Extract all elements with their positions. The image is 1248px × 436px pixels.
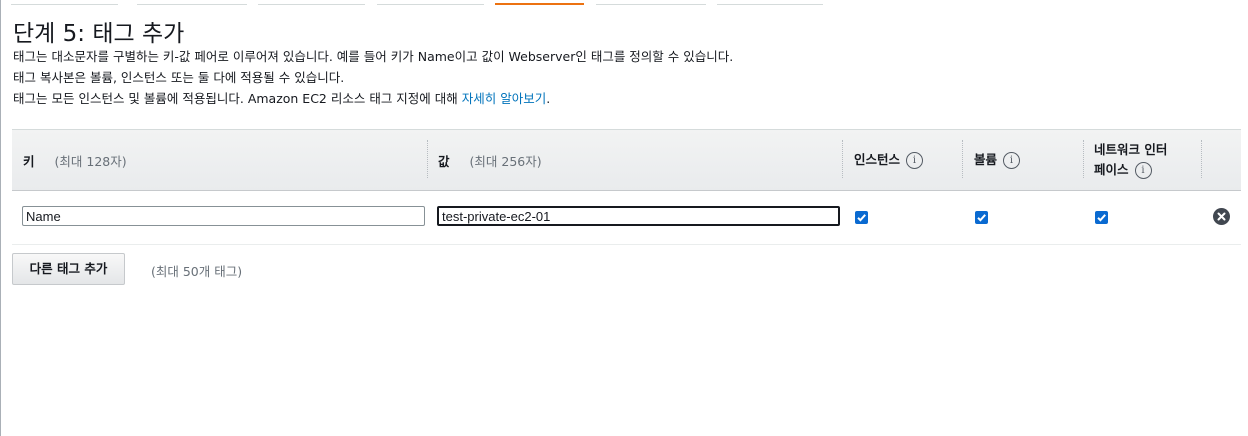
max-tags-note: (최대 50개 태그) — [151, 264, 243, 279]
checkmark-icon — [857, 214, 866, 222]
instances-column-header: 인스턴스 i — [854, 149, 924, 169]
network-header-line-1: 네트워크 인터 — [1094, 142, 1168, 157]
wizard-step-6[interactable] — [596, 0, 706, 5]
description-line-3-end: . — [546, 91, 551, 106]
key-header-hint: (최대 128자) — [54, 154, 127, 169]
wizard-step-2[interactable] — [137, 0, 247, 5]
network-interfaces-checkbox[interactable] — [1095, 211, 1108, 224]
table-row — [12, 190, 1241, 245]
page-title: 단계 5: 태그 추가 — [13, 21, 185, 47]
value-column-header: 값 (최대 256자) — [438, 151, 542, 170]
volumes-header-label: 볼륨 — [974, 152, 998, 167]
wizard-step-5[interactable] — [495, 0, 584, 5]
wizard-step-7[interactable] — [717, 0, 823, 5]
description-line-3: 태그는 모든 인스턴스 및 볼륨에 적용됩니다. Amazon EC2 리소스 … — [13, 88, 550, 107]
tags-table-header: 키 (최대 128자) 값 (최대 256자) 인스턴스 i 볼륨 i 네트워크 인터 … — [12, 129, 1241, 191]
checkmark-icon — [977, 214, 986, 222]
info-icon[interactable]: i — [1003, 152, 1021, 169]
learn-more-link[interactable]: 자세히 알아보기 — [462, 91, 546, 106]
value-header-label: 값 — [438, 154, 450, 169]
network-interfaces-column-header: 네트워크 인터 페이스 i — [1094, 140, 1167, 180]
value-header-hint: (최대 256자) — [469, 154, 542, 169]
network-header-line-2: 페이스 — [1094, 162, 1129, 177]
tag-key-input[interactable] — [22, 206, 425, 226]
info-icon[interactable]: i — [1134, 162, 1152, 179]
column-divider — [1201, 140, 1202, 178]
instances-checkbox[interactable] — [855, 211, 868, 224]
column-divider — [842, 140, 843, 178]
key-header-label: 키 — [23, 154, 35, 169]
wizard-step-4[interactable] — [377, 0, 484, 5]
instances-header-label: 인스턴스 — [854, 152, 901, 167]
wizard-steps — [1, 0, 1248, 6]
volumes-checkbox[interactable] — [975, 211, 988, 224]
wizard-step-1[interactable] — [11, 0, 118, 5]
column-divider — [962, 140, 963, 178]
tag-value-input[interactable] — [437, 206, 840, 226]
key-column-header: 키 (최대 128자) — [23, 151, 127, 170]
description-line-3-text: 태그는 모든 인스턴스 및 볼륨에 적용됩니다. Amazon EC2 리소스 … — [13, 91, 462, 106]
description-line-2: 태그 복사본은 볼륨, 인스턴스 또는 둘 다에 적용될 수 있습니다. — [13, 70, 345, 85]
description-line-1: 태그는 대소문자를 구별하는 키-값 페어로 이루어져 있습니다. 예를 들어 … — [13, 49, 734, 64]
add-another-tag-button[interactable]: 다른 태그 추가 — [12, 253, 125, 285]
volumes-column-header: 볼륨 i — [974, 149, 1021, 169]
column-divider — [1083, 140, 1084, 178]
wizard-step-3[interactable] — [258, 0, 365, 5]
remove-tag-icon[interactable] — [1213, 208, 1230, 225]
checkmark-icon — [1097, 214, 1106, 222]
column-divider — [427, 140, 428, 178]
info-icon[interactable]: i — [906, 152, 924, 169]
